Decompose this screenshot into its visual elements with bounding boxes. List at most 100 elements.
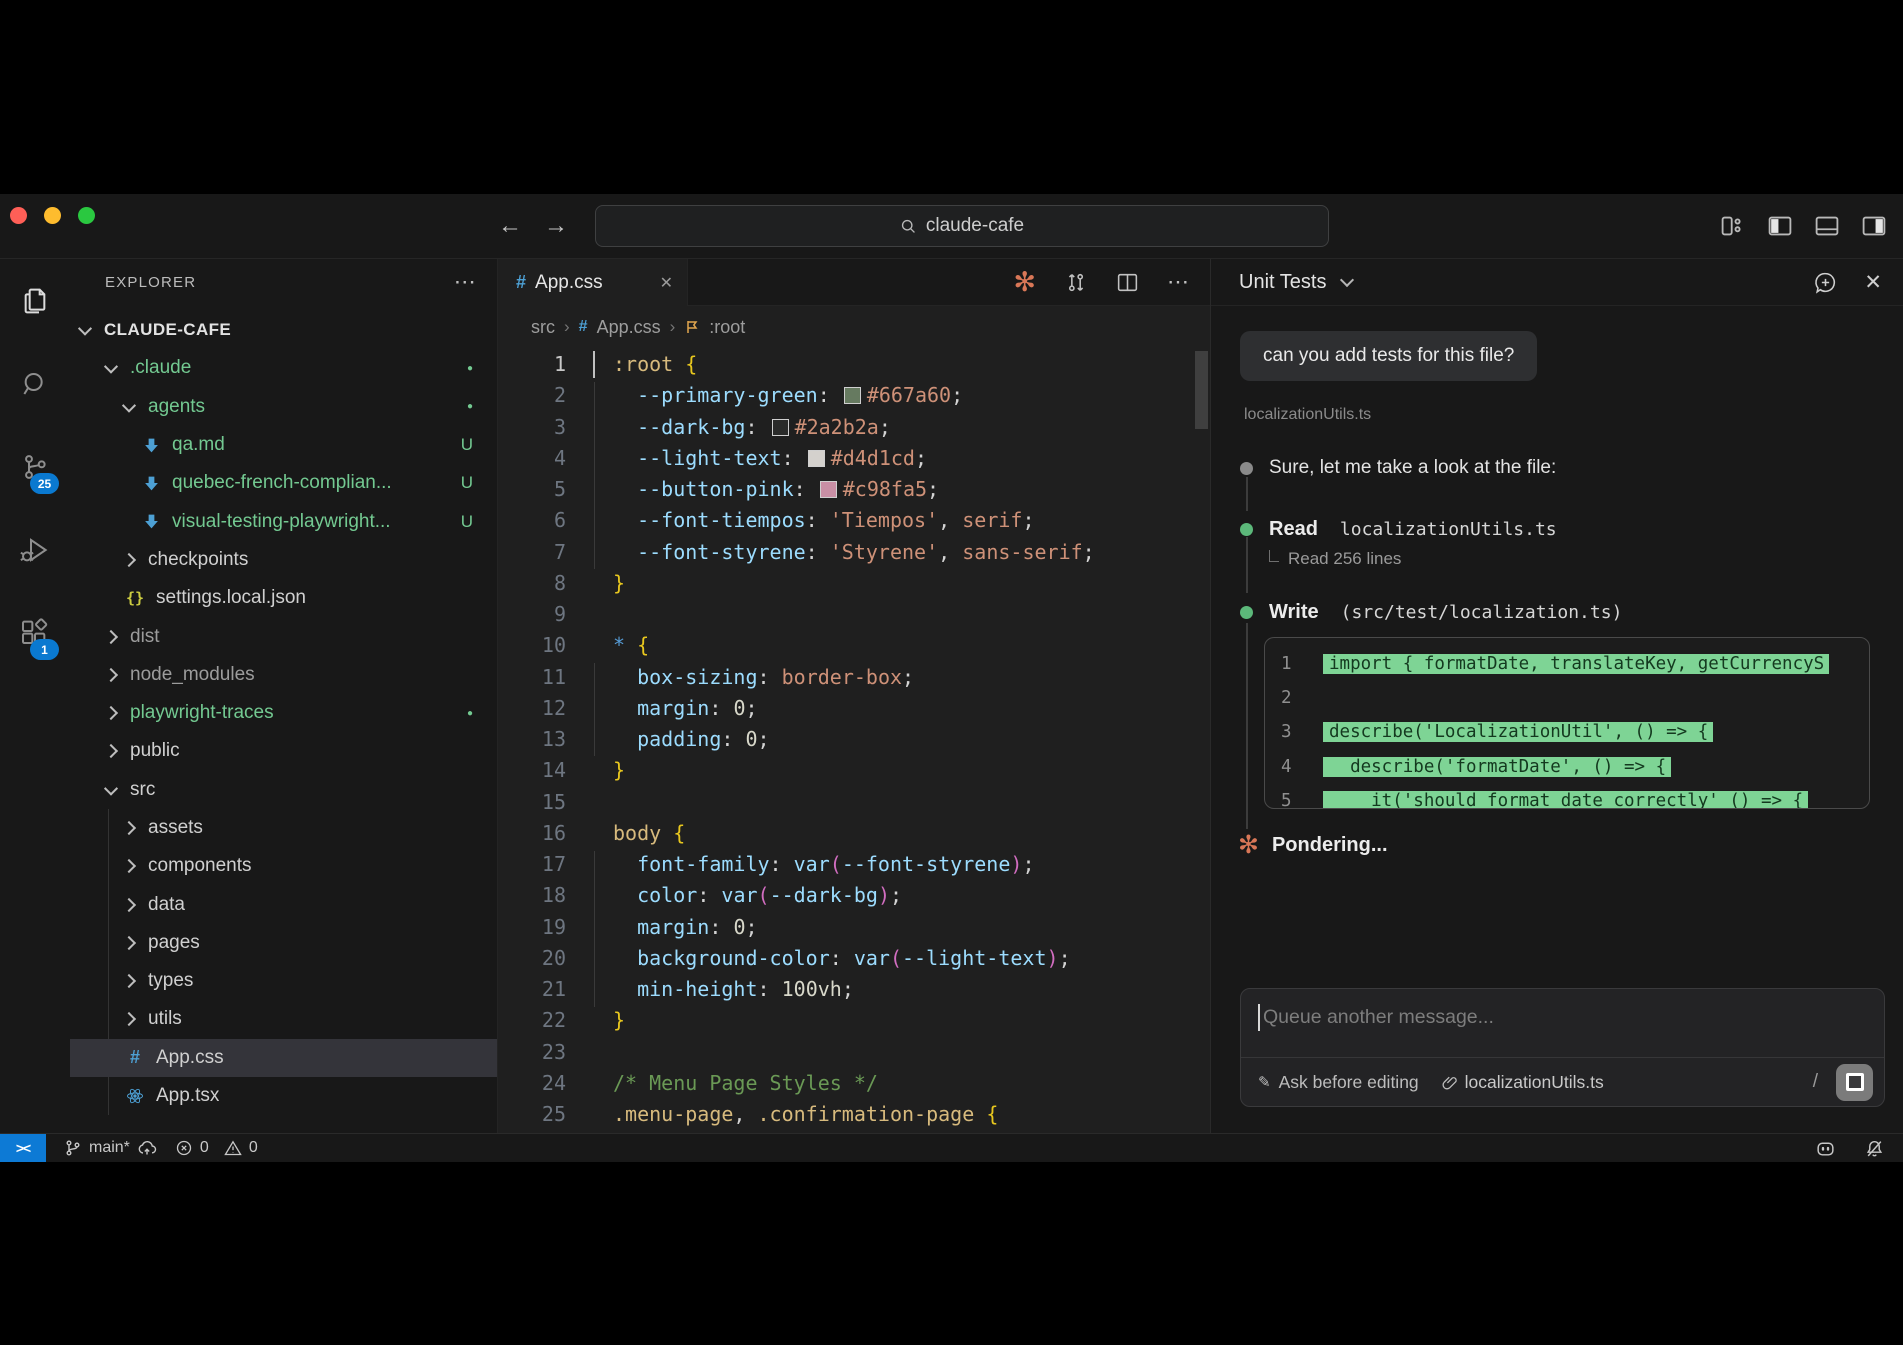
code-line[interactable]: 20 background-color: var(--light-text); bbox=[498, 943, 1211, 974]
attached-file-chip[interactable]: localizationUtils.ts bbox=[1441, 1072, 1604, 1093]
panel-title[interactable]: Unit Tests bbox=[1239, 271, 1326, 294]
code-line[interactable]: 12 margin: 0; bbox=[498, 693, 1211, 724]
code-line[interactable]: 4 --light-text: #d4d1cd; bbox=[498, 443, 1211, 474]
editor-more-actions-icon[interactable]: ⋯ bbox=[1167, 269, 1189, 295]
code-line[interactable]: 22} bbox=[498, 1005, 1211, 1036]
toggle-secondary-sidebar-icon[interactable] bbox=[1861, 213, 1887, 239]
forward-arrow-icon[interactable]: → bbox=[544, 212, 568, 240]
breadcrumb-src[interactable]: src bbox=[531, 317, 555, 338]
tree-item-qa-md[interactable]: qa.mdU bbox=[70, 426, 497, 464]
message-input-box[interactable]: Queue another message... ✎ Ask before ed… bbox=[1240, 988, 1885, 1107]
diff-preview-block[interactable]: 1import { formatDate, translateKey, getC… bbox=[1264, 637, 1870, 809]
back-arrow-icon[interactable]: ← bbox=[498, 212, 522, 240]
activity-search-icon[interactable] bbox=[0, 342, 70, 425]
editor-scrollbar-thumb[interactable] bbox=[1195, 351, 1208, 429]
code-line-text: font-family: var(--font-styrene); bbox=[566, 849, 1034, 880]
tree-item-utils[interactable]: utils bbox=[70, 1000, 497, 1038]
tree-item-dist[interactable]: dist bbox=[70, 617, 497, 655]
code-line[interactable]: 24/* Menu Page Styles */ bbox=[498, 1068, 1211, 1099]
code-line[interactable]: 3 --dark-bg: #2a2b2a; bbox=[498, 412, 1211, 443]
code-line[interactable]: 18 color: var(--dark-bg); bbox=[498, 880, 1211, 911]
split-editor-icon[interactable] bbox=[1115, 270, 1140, 295]
command-center-search[interactable]: claude-cafe bbox=[595, 205, 1329, 247]
remote-indicator[interactable]: >< bbox=[0, 1134, 46, 1162]
tree-item-quebec-french-complian-[interactable]: quebec-french-complian...U bbox=[70, 464, 497, 502]
tree-item-app-tsx[interactable]: App.tsx bbox=[70, 1077, 497, 1115]
code-line[interactable]: 17 font-family: var(--font-styrene); bbox=[498, 849, 1211, 880]
code-line[interactable]: 16body { bbox=[498, 818, 1211, 849]
activity-source-control-icon[interactable]: 25 bbox=[0, 425, 70, 508]
code-line[interactable]: 6 --font-tiempos: 'Tiempos', serif; bbox=[498, 505, 1211, 536]
code-line[interactable]: 5 --button-pink: #c98fa5; bbox=[498, 474, 1211, 505]
activity-explorer-icon[interactable] bbox=[0, 259, 70, 342]
code-line[interactable]: 7 --font-styrene: 'Styrene', sans-serif; bbox=[498, 537, 1211, 568]
code-line[interactable]: 23 bbox=[498, 1037, 1211, 1068]
tree-item-claude-cafe[interactable]: CLAUDE-CAFE bbox=[70, 311, 497, 349]
code-line[interactable]: 19 margin: 0; bbox=[498, 912, 1211, 943]
code-line[interactable]: 14} bbox=[498, 755, 1211, 786]
diff-line: 2 bbox=[1265, 681, 1869, 715]
tree-item-public[interactable]: public bbox=[70, 732, 497, 770]
branch-status[interactable]: main* bbox=[64, 1138, 157, 1158]
code-line[interactable]: 21 min-height: 100vh; bbox=[498, 974, 1211, 1005]
code-line[interactable]: 1:root { bbox=[498, 349, 1211, 380]
explorer-more-actions-icon[interactable]: ⋯ bbox=[454, 269, 477, 295]
tree-item-settings-local-json[interactable]: {}settings.local.json bbox=[70, 579, 497, 617]
activity-extensions-icon[interactable]: 1 bbox=[0, 591, 70, 674]
edit-mode-selector[interactable]: ✎ Ask before editing bbox=[1258, 1072, 1419, 1093]
code-line-text: min-height: 100vh; bbox=[566, 974, 854, 1005]
tree-item-node-modules[interactable]: node_modules bbox=[70, 656, 497, 694]
tree-item-label: node_modules bbox=[130, 664, 255, 686]
code-line[interactable]: 9 bbox=[498, 599, 1211, 630]
stop-button[interactable] bbox=[1836, 1064, 1873, 1101]
new-chat-icon[interactable] bbox=[1813, 270, 1838, 295]
breadcrumb-file[interactable]: App.css bbox=[597, 317, 661, 338]
tab-close-icon[interactable]: ✕ bbox=[660, 273, 673, 293]
traffic-minimize-button[interactable] bbox=[44, 207, 61, 224]
claude-starburst-icon[interactable]: ✻ bbox=[1013, 269, 1036, 296]
tool-read-row[interactable]: Read localizationUtils.ts bbox=[1240, 518, 1557, 541]
toggle-primary-sidebar-icon[interactable] bbox=[1767, 213, 1793, 239]
code-line[interactable]: 13 padding: 0; bbox=[498, 724, 1211, 755]
code-line-text: --light-text: #d4d1cd; bbox=[566, 443, 927, 474]
tree-item-app-css[interactable]: #App.css bbox=[70, 1039, 497, 1077]
code-line[interactable]: 15 bbox=[498, 787, 1211, 818]
tree-item-types[interactable]: types bbox=[70, 962, 497, 1000]
chevron-down-icon[interactable] bbox=[1340, 273, 1354, 287]
tool-write-row[interactable]: Write (src/test/localization.ts) bbox=[1240, 601, 1622, 624]
tree-item-assets[interactable]: assets bbox=[70, 809, 497, 847]
open-changes-icon[interactable] bbox=[1063, 270, 1088, 295]
traffic-close-button[interactable] bbox=[10, 207, 27, 224]
code-line[interactable]: 25.menu-page, .confirmation-page { bbox=[498, 1099, 1211, 1130]
activity-run-debug-icon[interactable] bbox=[0, 508, 70, 591]
tree-item-src[interactable]: src bbox=[70, 771, 497, 809]
copilot-icon[interactable] bbox=[1815, 1138, 1836, 1159]
code-line-text bbox=[566, 599, 613, 630]
tree-item--claude[interactable]: .claude● bbox=[70, 349, 497, 387]
tree-item-pages[interactable]: pages bbox=[70, 924, 497, 962]
tree-item-playwright-traces[interactable]: playwright-traces● bbox=[70, 694, 497, 732]
tree-item-components[interactable]: components bbox=[70, 847, 497, 885]
code-line-text: --dark-bg: #2a2b2a; bbox=[566, 412, 891, 443]
customize-layout-icon[interactable] bbox=[1720, 213, 1746, 239]
problems-status[interactable]: 0 0 bbox=[175, 1139, 258, 1157]
code-line[interactable]: 2 --primary-green: #667a60; bbox=[498, 380, 1211, 411]
code-line[interactable]: 11 box-sizing: border-box; bbox=[498, 662, 1211, 693]
code-editor[interactable]: 1:root {2 --primary-green: #667a60;3 --d… bbox=[498, 349, 1211, 1133]
tree-item-data[interactable]: data bbox=[70, 885, 497, 923]
panel-close-icon[interactable]: ✕ bbox=[1864, 270, 1882, 295]
code-line-text: .menu-page, .confirmation-page { bbox=[566, 1099, 998, 1130]
breadcrumb-symbol[interactable]: :root bbox=[709, 317, 745, 338]
tree-item-agents[interactable]: agents● bbox=[70, 388, 497, 426]
traffic-zoom-button[interactable] bbox=[78, 207, 95, 224]
code-line[interactable]: 8} bbox=[498, 568, 1211, 599]
tree-item-visual-testing-playwright-[interactable]: visual-testing-playwright...U bbox=[70, 502, 497, 540]
notifications-muted-icon[interactable] bbox=[1864, 1138, 1885, 1159]
tree-item-checkpoints[interactable]: checkpoints bbox=[70, 541, 497, 579]
toggle-panel-icon[interactable] bbox=[1814, 213, 1840, 239]
explorer-sidebar: EXPLORER ⋯ CLAUDE-CAFE.claude●agents●qa.… bbox=[70, 259, 497, 1133]
tab-app-css[interactable]: # App.css ✕ bbox=[498, 259, 688, 306]
slash-command-hint[interactable]: / bbox=[1813, 1071, 1818, 1093]
breadcrumb[interactable]: src › # App.css › :root bbox=[498, 305, 1211, 349]
code-line[interactable]: 10* { bbox=[498, 630, 1211, 661]
